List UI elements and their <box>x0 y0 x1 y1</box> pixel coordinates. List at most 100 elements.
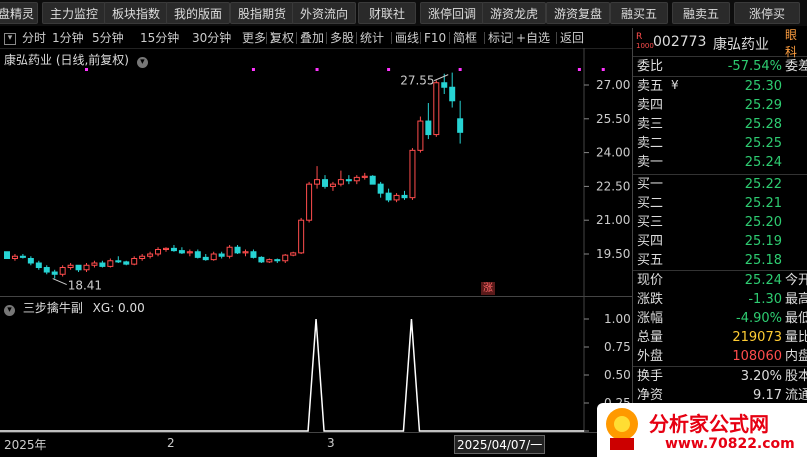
quote-label: 总量 <box>637 330 664 345</box>
tool-button-3[interactable]: 统计 <box>360 28 384 48</box>
quote-label: 买一 <box>637 177 664 192</box>
tool-separator <box>326 32 327 44</box>
ask-row: 卖二 25.25 <box>633 134 807 153</box>
code-flag: 1000 <box>636 42 654 50</box>
candle-body <box>393 194 400 201</box>
quote-value: 219073 <box>732 330 782 345</box>
candle-body <box>226 246 233 257</box>
tool-button-5[interactable]: F10 <box>424 28 446 48</box>
tool-button-8[interactable]: +自选 <box>516 28 550 48</box>
quote-label-2: 今开 <box>785 273 807 288</box>
signal-marker <box>315 68 319 71</box>
tool-separator <box>296 32 297 44</box>
quote-label: 买二 <box>637 196 664 211</box>
toolbar-button-6[interactable]: 财联社 <box>358 2 416 24</box>
quote-label: 买三 <box>637 215 664 230</box>
toolbar-button-1[interactable]: 主力监控 <box>42 2 106 24</box>
candle-body <box>91 262 98 266</box>
tool-button-0[interactable]: 复权 <box>270 28 294 48</box>
toolbar-button-11[interactable]: 融卖五 <box>672 2 730 24</box>
candle-body <box>115 260 122 263</box>
candle-body <box>290 252 297 256</box>
kline-chart[interactable]: 康弘药业 (日线,前复权) ▾ 27.00 25.50 24.00 22.50 21.0… <box>0 48 632 296</box>
stat-row: 涨跌 -1.30 最高 <box>633 290 807 309</box>
period-tab-3[interactable]: 15分钟 <box>140 28 179 48</box>
toolbar-button-4[interactable]: 股指期货 <box>230 2 294 24</box>
toolbar-button-8[interactable]: 游资龙虎 <box>482 2 546 24</box>
quote-label: 涨跌 <box>637 292 664 307</box>
tool-button-4[interactable]: 画线 <box>395 28 419 48</box>
quote-panel: R 1000 002773 康弘药业 眼科 委比 -57.54% 委差 卖五 25… <box>632 28 807 457</box>
toolbar-button-5[interactable]: 外资流向 <box>292 2 356 24</box>
toolbar-button-7[interactable]: 涨停回调 <box>420 2 484 24</box>
toolbar-button-9[interactable]: 游资复盘 <box>546 2 610 24</box>
candle-body <box>178 250 185 254</box>
quote-value: 25.19 <box>744 234 782 249</box>
candle-body <box>170 247 177 252</box>
quote-label: 买四 <box>637 234 664 249</box>
high-label: 27.55 <box>400 74 434 88</box>
tool-separator <box>391 32 392 44</box>
quote-label: 卖二 <box>637 136 664 151</box>
tool-button-6[interactable]: 简框 <box>453 28 477 48</box>
y-tick-label: 27.00 <box>596 78 630 92</box>
tool-button-7[interactable]: 标记 <box>488 28 512 48</box>
candle-body <box>425 120 432 136</box>
quote-value: 25.30 <box>744 79 782 94</box>
stat-row: 总量 219073 量比 <box>633 328 807 347</box>
toolbar-button-2[interactable]: 板块指数 <box>104 2 168 24</box>
y-tick-label: 19.50 <box>596 247 630 261</box>
toolbar-button-12[interactable]: 涨停买 <box>734 2 800 24</box>
x-label-year: 2025年 <box>4 438 47 452</box>
quote-label: 卖一 <box>637 155 664 170</box>
quote-label: 卖四 <box>637 98 664 113</box>
tool-separator <box>484 32 485 44</box>
quote-value: -4.90% <box>736 311 782 326</box>
order-ratio-value: -57.54% <box>727 59 782 74</box>
quote-label: 换手 <box>637 369 664 384</box>
quote-value: 25.29 <box>744 98 782 113</box>
toolbar-button-0[interactable]: 盘精灵 <box>0 2 38 24</box>
candle-body <box>131 258 138 265</box>
candle-body <box>107 260 114 267</box>
tool-button-9[interactable]: 返回 <box>560 28 584 48</box>
candle-body <box>417 120 424 151</box>
period-tab-0[interactable]: 分时 <box>22 28 46 48</box>
y-tick-label: 25.50 <box>596 112 630 126</box>
signal-marker <box>85 68 88 71</box>
toolbar-button-10[interactable]: 融买五 <box>610 2 668 24</box>
candle-body <box>123 261 130 265</box>
candle-body <box>186 251 193 254</box>
period-tab-2[interactable]: 5分钟 <box>92 28 124 48</box>
candle-body <box>449 86 456 102</box>
y-tick-label: 24.00 <box>596 146 630 160</box>
candle-body <box>35 262 42 269</box>
quote-label: 涨幅 <box>637 311 664 326</box>
candle-body <box>234 246 241 254</box>
tool-separator <box>420 32 421 44</box>
collapse-icon[interactable]: ▾ <box>4 33 16 45</box>
quote-label: 现价 <box>637 273 664 288</box>
toolbar-button-3[interactable]: 我的版面 <box>166 2 230 24</box>
ind-y-tick-label: 1.00 <box>604 312 631 326</box>
ask-row: 卖五 25.30 <box>633 77 807 96</box>
candle-body <box>274 259 281 262</box>
watermark-logo: 分析家公式网 www.70822.com <box>597 403 807 457</box>
quote-label: 外盘 <box>637 349 664 364</box>
tool-button-2[interactable]: 多股 <box>330 28 354 48</box>
candle-body <box>385 192 392 201</box>
candle-body <box>83 264 90 271</box>
period-tab-1[interactable]: 1分钟 <box>52 28 84 48</box>
sector-tab[interactable]: 眼科 <box>785 26 807 60</box>
stock-code: 002773 <box>653 34 707 50</box>
candle-body <box>329 183 336 187</box>
bid-row: 买一 25.22 <box>633 175 807 194</box>
ind-y-tick-label: 0.50 <box>604 368 631 382</box>
quote-label: 卖三 <box>637 117 664 132</box>
period-tab-4[interactable]: 30分钟 <box>192 28 231 48</box>
tool-button-1[interactable]: 叠加 <box>300 28 324 48</box>
high-pointer <box>434 74 449 82</box>
watermark-url: www.70822.com <box>665 436 795 452</box>
candle-body <box>51 271 58 275</box>
indicator-panel[interactable]: ▾ 三步擒牛副 XG: 0.00 1.000.750.500.250.0 <box>0 296 632 433</box>
